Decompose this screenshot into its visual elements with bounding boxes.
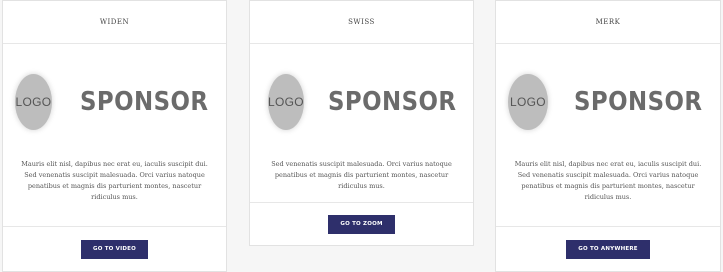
card-title: SWISS: [250, 1, 473, 44]
sponsor-logo: LOGO: [15, 73, 52, 130]
card-description: Mauris elit nisl, dapibus nec erat eu, i…: [514, 160, 702, 201]
sponsor-row: LOGO SPONSOR: [250, 44, 473, 159]
sponsor-name: SPONSOR: [327, 86, 457, 117]
sponsor-row: LOGO SPONSOR: [3, 44, 226, 159]
go-to-video-button[interactable]: GO TO VIDEO: [81, 239, 148, 259]
card-footer: GO TO VIDEO: [3, 226, 226, 271]
sponsor-card-widen: WIDEN LOGO SPONSOR Mauris elit nisl, dap…: [2, 0, 227, 272]
card-footer: GO TO ANYWHERE: [496, 226, 720, 271]
go-to-anywhere-button[interactable]: GO TO ANYWHERE: [566, 239, 650, 259]
sponsor-logo: LOGO: [508, 73, 548, 130]
card-description: Sed venenatis suscipit malesuada. Orci v…: [271, 160, 452, 190]
sponsor-logo: LOGO: [268, 73, 304, 130]
sponsor-card-swiss: SWISS LOGO SPONSOR Sed venenatis suscipi…: [249, 0, 474, 246]
sponsor-row: LOGO SPONSOR: [496, 44, 720, 159]
go-to-zoom-button[interactable]: GO TO ZOOM: [328, 214, 395, 234]
card-title: WIDEN: [3, 1, 226, 44]
card-description: Mauris elit nisl, dapibus nec erat eu, i…: [21, 160, 208, 201]
card-footer: GO TO ZOOM: [250, 202, 473, 245]
sponsor-name: SPONSOR: [80, 86, 209, 117]
sponsor-name: SPONSOR: [574, 86, 703, 117]
sponsor-card-merk: MERK LOGO SPONSOR Mauris elit nisl, dapi…: [495, 0, 721, 272]
card-title: MERK: [496, 1, 720, 44]
